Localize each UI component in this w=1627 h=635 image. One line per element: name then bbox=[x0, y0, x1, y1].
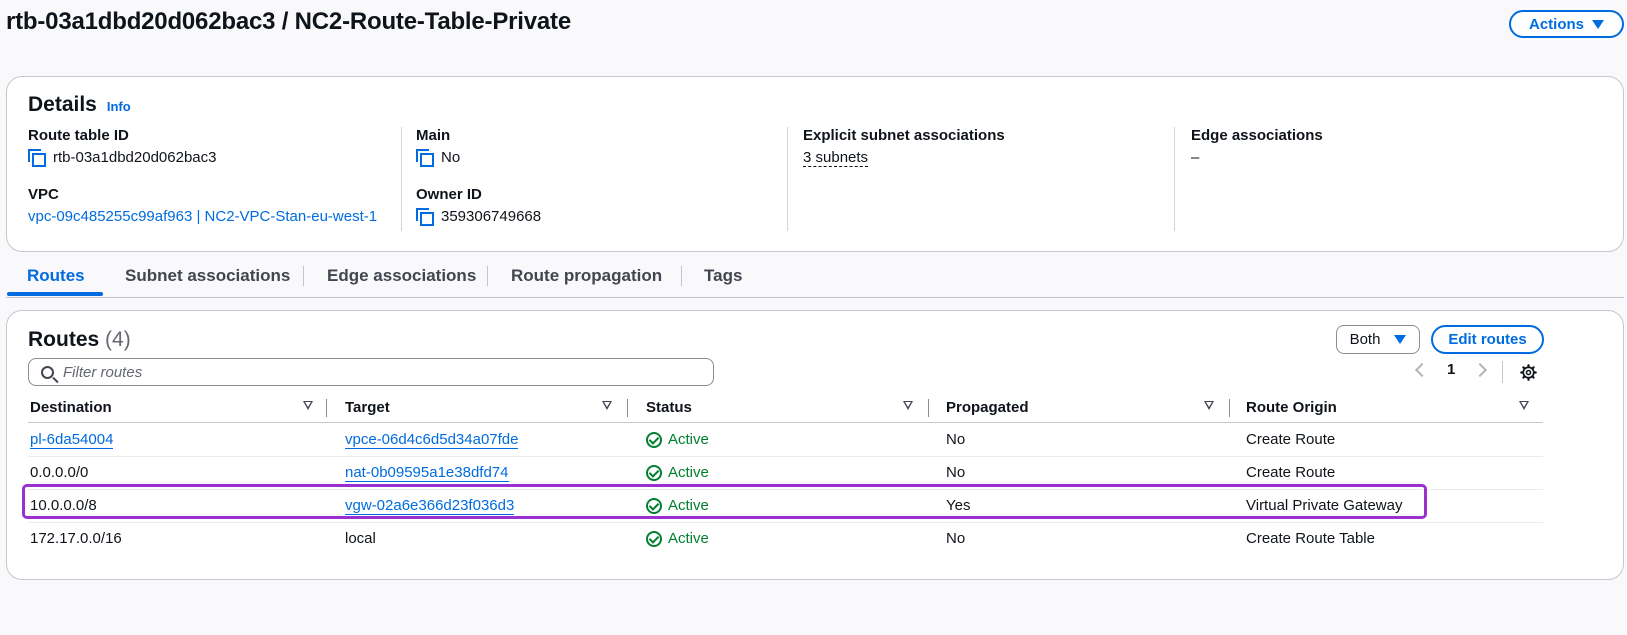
route-origin-cell: Create Route Table bbox=[1246, 530, 1375, 547]
tab-tags[interactable]: Tags bbox=[704, 266, 742, 286]
status-text: Active bbox=[668, 464, 709, 481]
check-circle-icon bbox=[646, 464, 662, 481]
vpc-label: VPC bbox=[28, 186, 59, 203]
column-destination[interactable]: Destination bbox=[30, 399, 112, 416]
gear-icon[interactable] bbox=[1520, 364, 1537, 381]
chevron-right-icon[interactable] bbox=[1473, 362, 1488, 377]
routes-heading: Routes (4) bbox=[28, 328, 131, 352]
tab-route-propagation[interactable]: Route propagation bbox=[511, 266, 662, 286]
route-table-id-field: Route table ID rtb-03a1dbd20d062bac3 bbox=[28, 127, 217, 167]
active-tab-indicator bbox=[7, 292, 103, 296]
check-circle-icon bbox=[646, 530, 662, 547]
copy-icon[interactable] bbox=[28, 149, 46, 167]
status-cell: Active bbox=[646, 530, 709, 547]
owner-id-label: Owner ID bbox=[416, 186, 482, 203]
pager-separator bbox=[1502, 361, 1503, 383]
main-field: Main No bbox=[416, 127, 461, 167]
propagated-cell: No bbox=[946, 431, 966, 448]
check-circle-icon bbox=[646, 431, 662, 448]
owner-id-field: Owner ID 359306749668 bbox=[416, 186, 542, 226]
column-separator[interactable] bbox=[1229, 399, 1230, 417]
sort-icon[interactable] bbox=[602, 401, 612, 410]
routes-panel: Routes (4) Both Edit routes 1 Destinatio… bbox=[6, 310, 1624, 580]
status-text: Active bbox=[668, 530, 709, 547]
main-label: Main bbox=[416, 127, 451, 144]
main-value: No bbox=[441, 149, 461, 166]
route-table-id-label: Route table ID bbox=[28, 127, 129, 144]
target-cell: local bbox=[345, 530, 376, 547]
page-title: rtb-03a1dbd20d062bac3 / NC2-Route-Table-… bbox=[6, 8, 571, 35]
chevron-left-icon[interactable] bbox=[1414, 362, 1430, 377]
table-row: 172.17.0.0/16 local Active No Create Rou… bbox=[28, 522, 1543, 555]
column-divider bbox=[787, 127, 788, 231]
filter-routes-field[interactable] bbox=[28, 358, 714, 386]
route-table-id-value: rtb-03a1dbd20d062bac3 bbox=[53, 149, 217, 166]
status-cell: Active bbox=[646, 431, 709, 448]
sort-icon[interactable] bbox=[903, 401, 913, 410]
pagination: 1 bbox=[1414, 361, 1488, 378]
table-row: pl-6da54004 vpce-06d4c6d5d34a07fde Activ… bbox=[28, 423, 1543, 457]
sort-icon[interactable] bbox=[1519, 401, 1529, 410]
edge-associations-field: Edge associations – bbox=[1191, 127, 1323, 166]
tab-routes[interactable]: Routes bbox=[27, 266, 85, 286]
tab-separator bbox=[303, 266, 304, 286]
route-origin-cell: Create Route bbox=[1246, 464, 1336, 481]
status-cell: Active bbox=[646, 464, 709, 481]
table-header: Destination Target Status Propagated Rou… bbox=[28, 397, 1543, 423]
copy-icon[interactable] bbox=[416, 208, 434, 226]
copy-icon[interactable] bbox=[416, 149, 434, 167]
actions-button[interactable]: Actions bbox=[1509, 10, 1624, 38]
sort-icon[interactable] bbox=[303, 401, 313, 410]
tab-subnet-associations[interactable]: Subnet associations bbox=[125, 266, 290, 286]
owner-id-value: 359306749668 bbox=[441, 208, 542, 225]
edit-routes-button[interactable]: Edit routes bbox=[1431, 325, 1544, 354]
filter-routes-input[interactable] bbox=[63, 363, 663, 381]
column-separator[interactable] bbox=[627, 399, 628, 417]
search-icon bbox=[41, 365, 54, 379]
propagated-cell: No bbox=[946, 464, 966, 481]
caret-down-icon bbox=[1592, 19, 1604, 29]
destination-cell: 0.0.0.0/0 bbox=[30, 464, 89, 481]
column-propagated[interactable]: Propagated bbox=[946, 399, 1029, 416]
column-divider bbox=[401, 127, 402, 231]
tab-separator bbox=[681, 266, 682, 286]
destination-link[interactable]: pl-6da54004 bbox=[30, 431, 114, 449]
explicit-subnet-field: Explicit subnet associations 3 subnets bbox=[803, 127, 1005, 167]
vpc-field: VPC vpc-09c485255c99af963 | NC2-VPC-Stan… bbox=[28, 186, 377, 225]
routes-count: (4) bbox=[105, 328, 131, 351]
sort-icon[interactable] bbox=[1204, 401, 1214, 410]
edge-associations-label: Edge associations bbox=[1191, 127, 1323, 144]
highlight-box bbox=[22, 484, 1427, 519]
page-number[interactable]: 1 bbox=[1447, 361, 1455, 378]
details-heading: Details bbox=[28, 93, 97, 116]
column-target[interactable]: Target bbox=[345, 399, 390, 416]
column-separator[interactable] bbox=[326, 399, 327, 417]
destination-cell: 172.17.0.0/16 bbox=[30, 530, 122, 547]
edge-associations-value: – bbox=[1191, 149, 1200, 166]
details-panel: Details Info Route table ID rtb-03a1dbd2… bbox=[6, 76, 1624, 252]
vpc-link[interactable]: vpc-09c485255c99af963 | NC2-VPC-Stan-eu-… bbox=[28, 208, 377, 225]
explicit-subnet-value[interactable]: 3 subnets bbox=[803, 149, 869, 167]
tab-edge-associations[interactable]: Edge associations bbox=[327, 266, 476, 286]
actions-label: Actions bbox=[1528, 15, 1584, 33]
column-route-origin[interactable]: Route Origin bbox=[1246, 399, 1337, 416]
target-link[interactable]: nat-0b09595a1e38dfd74 bbox=[345, 464, 509, 482]
routes-title: Routes bbox=[28, 328, 100, 351]
column-divider bbox=[1174, 127, 1175, 231]
caret-down-icon bbox=[1394, 335, 1407, 344]
info-link[interactable]: Info bbox=[107, 99, 131, 114]
explicit-subnet-label: Explicit subnet associations bbox=[803, 127, 1005, 144]
route-type-select[interactable]: Both bbox=[1336, 325, 1420, 354]
propagated-cell: No bbox=[946, 530, 966, 547]
route-origin-cell: Create Route bbox=[1246, 431, 1336, 448]
tab-bar: Routes Subnet associations Edge associat… bbox=[6, 262, 1624, 298]
route-type-value: Both bbox=[1349, 331, 1381, 348]
column-separator[interactable] bbox=[928, 399, 929, 417]
target-link[interactable]: vpce-06d4c6d5d34a07fde bbox=[345, 431, 519, 449]
tab-separator bbox=[487, 266, 488, 286]
column-status[interactable]: Status bbox=[646, 399, 692, 416]
status-text: Active bbox=[668, 431, 709, 448]
